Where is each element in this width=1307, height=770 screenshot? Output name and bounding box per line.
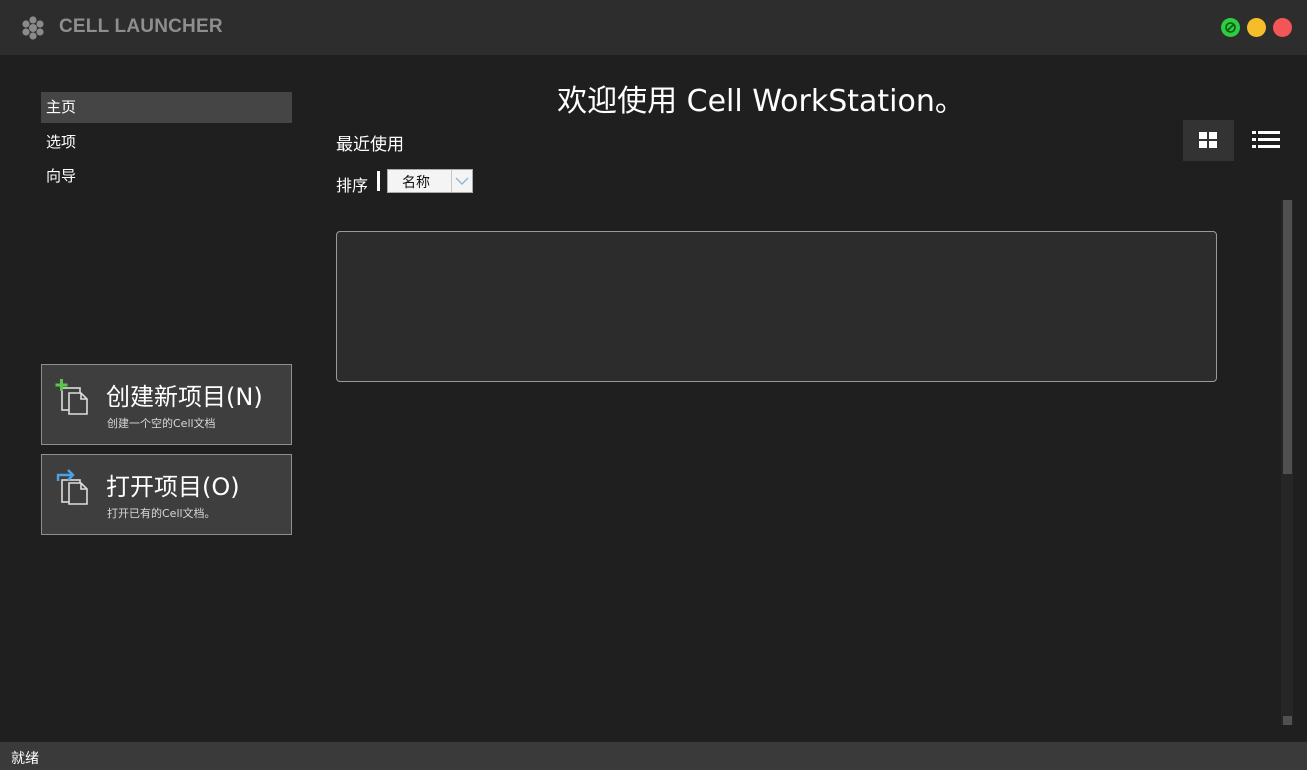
- status-text: 就绪: [11, 751, 39, 767]
- open-document-icon: [56, 469, 88, 505]
- list-view-icon: [1252, 131, 1280, 148]
- cell-logo-icon: [22, 16, 44, 40]
- new-project-title: 创建新项目(N): [106, 383, 263, 411]
- scrollbar-end-button[interactable]: [1283, 716, 1292, 725]
- sort-dropdown-value: 名称: [402, 175, 430, 191]
- new-project-button[interactable]: 创建新项目(N) 创建一个空的Cell文档: [41, 364, 292, 445]
- open-project-button[interactable]: 打开项目(O) 打开已有的Cell文档。: [41, 454, 292, 535]
- scrollbar-thumb[interactable]: [1283, 200, 1292, 474]
- minimize-button[interactable]: [1247, 18, 1266, 37]
- open-project-title: 打开项目(O): [106, 473, 240, 501]
- close-button[interactable]: [1273, 18, 1292, 37]
- grid-view-icon: [1199, 132, 1217, 148]
- list-view-button[interactable]: [1240, 120, 1291, 161]
- new-document-icon: [55, 379, 88, 415]
- launcher-window: CELL LAUNCHER 主页 选项 向导 创建新项目(N) 创建一个空的Ce…: [0, 0, 1307, 770]
- status-bar: 就绪: [0, 742, 1307, 770]
- recent-section-title: 最近使用: [336, 135, 404, 155]
- grid-view-button[interactable]: [1183, 120, 1234, 161]
- maximize-button[interactable]: [1221, 18, 1240, 37]
- sort-label: 排序: [336, 176, 369, 195]
- nav-item-home[interactable]: 主页: [41, 92, 292, 123]
- app-title: CELL LAUNCHER: [59, 16, 223, 37]
- new-project-subtitle: 创建一个空的Cell文档: [107, 417, 216, 430]
- sort-divider: [377, 171, 380, 191]
- chevron-down-icon[interactable]: [451, 170, 472, 192]
- sort-dropdown[interactable]: 名称: [387, 169, 473, 193]
- maximize-icon: [1225, 22, 1236, 33]
- nav-item-wizard[interactable]: 向导: [41, 161, 292, 192]
- nav-item-options[interactable]: 选项: [41, 127, 292, 158]
- recent-items-panel[interactable]: [336, 231, 1217, 382]
- welcome-heading: 欢迎使用 Cell WorkStation。: [557, 84, 965, 119]
- open-project-subtitle: 打开已有的Cell文档。: [107, 507, 216, 520]
- title-bar[interactable]: CELL LAUNCHER: [0, 0, 1307, 55]
